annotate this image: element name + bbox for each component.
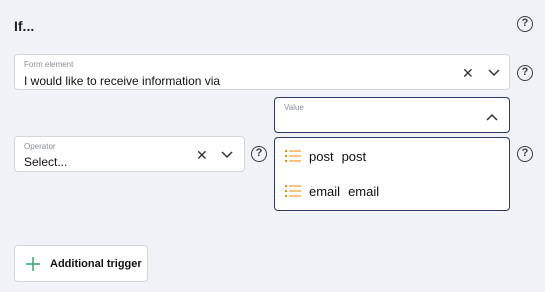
form-element-select[interactable]: Form element I would like to receive inf… xyxy=(14,54,510,90)
value-select[interactable]: Value xyxy=(274,97,510,133)
chevron-down-icon[interactable] xyxy=(221,150,233,160)
list-icon xyxy=(285,150,301,162)
dropdown-option-post[interactable]: post post xyxy=(285,146,366,166)
form-element-value: I would like to receive information via xyxy=(24,74,221,88)
list-icon xyxy=(285,185,301,197)
option-label: email xyxy=(309,183,341,199)
option-value: email xyxy=(348,183,380,199)
option-value: post xyxy=(341,148,367,164)
option-label: post xyxy=(309,148,334,164)
value-label: Value xyxy=(284,103,304,112)
chevron-down-icon[interactable] xyxy=(488,68,500,78)
value-dropdown-menu: post post email email xyxy=(274,137,510,211)
section-heading: If... xyxy=(14,18,35,34)
chevron-up-icon[interactable] xyxy=(486,112,498,122)
plus-icon xyxy=(26,256,40,271)
add-trigger-button[interactable]: Additional trigger xyxy=(14,245,148,282)
help-icon[interactable]: ? xyxy=(517,146,533,162)
operator-label: Operator xyxy=(24,142,56,151)
dropdown-option-email[interactable]: email email xyxy=(285,181,379,201)
help-icon[interactable]: ? xyxy=(517,65,533,81)
form-element-label: Form element xyxy=(24,60,74,69)
add-trigger-label: Additional trigger xyxy=(50,257,142,270)
help-icon[interactable]: ? xyxy=(251,146,267,162)
help-icon[interactable]: ? xyxy=(517,16,533,32)
clear-icon[interactable]: ✕ xyxy=(196,148,208,162)
clear-icon[interactable]: ✕ xyxy=(462,66,474,80)
operator-value: Select... xyxy=(24,155,68,169)
operator-select[interactable]: Operator Select... ✕ xyxy=(14,136,245,172)
